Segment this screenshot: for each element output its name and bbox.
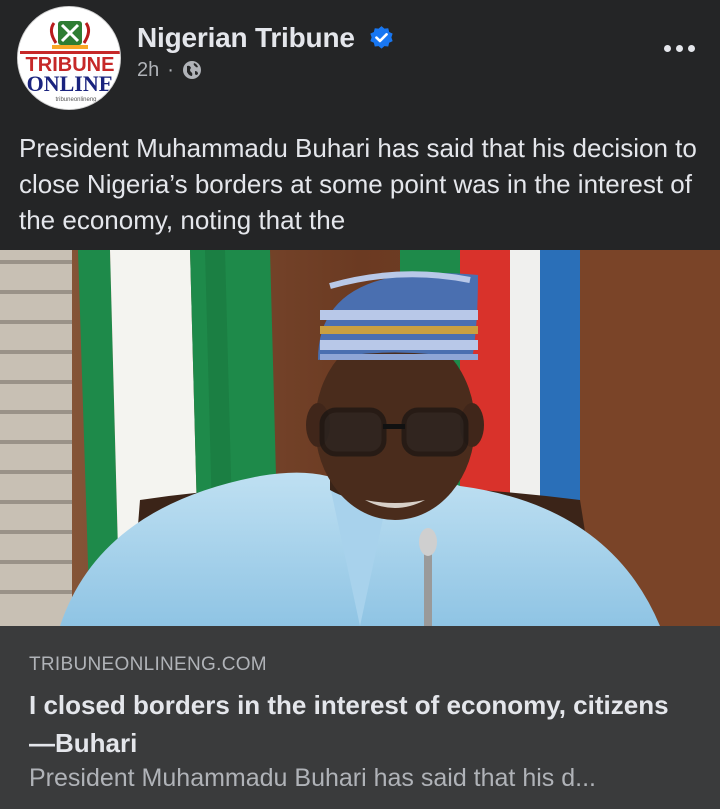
buhari-photo: [0, 250, 720, 626]
post-meta: 2h ·: [137, 58, 202, 82]
more-options-icon: [663, 44, 671, 52]
more-options-dot: [675, 44, 683, 52]
page-name[interactable]: Nigerian Tribune: [137, 22, 355, 54]
page-avatar[interactable]: TRIBUNE ONLINE tribuneonlineng: [17, 6, 121, 110]
link-domain: TRIBUNEONLINENG.COM: [29, 654, 267, 675]
more-options-button[interactable]: [656, 30, 702, 66]
globe-icon: [182, 61, 201, 79]
logo-line2: ONLINE: [27, 71, 114, 96]
post-text: President Muhammadu Buhari has said that…: [19, 133, 697, 235]
link-title[interactable]: I closed borders in the interest of econ…: [29, 686, 669, 762]
more-options-dot: [687, 44, 695, 52]
verified-badge-icon: [370, 26, 393, 49]
meta-separator: ·: [167, 58, 174, 81]
link-preview-card[interactable]: TRIBUNEONLINENG.COM I closed borders in …: [0, 626, 720, 809]
tribune-logo: TRIBUNE ONLINE tribuneonlineng: [18, 7, 120, 109]
logo-url: tribuneonlineng: [55, 97, 96, 103]
post-header: TRIBUNE ONLINE tribuneonlineng Nigerian …: [0, 0, 720, 120]
link-preview-image[interactable]: [0, 250, 720, 626]
post-timestamp[interactable]: 2h: [137, 59, 159, 82]
link-description: President Muhammadu Buhari has said that…: [29, 764, 596, 792]
window-blinds: [0, 250, 72, 626]
